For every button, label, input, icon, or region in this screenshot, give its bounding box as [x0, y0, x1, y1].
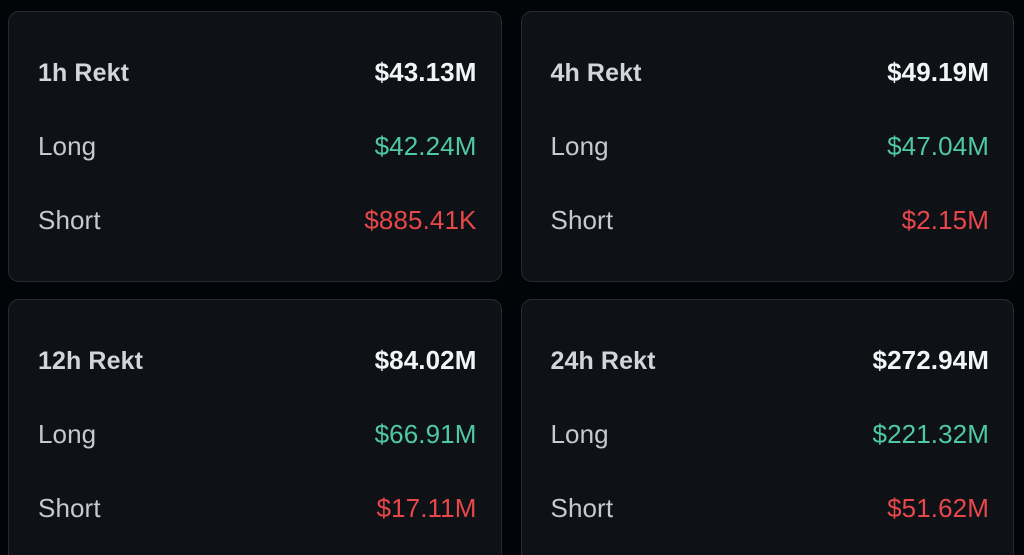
long-value: $221.32M — [872, 419, 989, 449]
short-value: $885.41K — [364, 205, 477, 235]
long-label: Long — [38, 419, 97, 449]
card-total-value: $43.13M — [374, 57, 477, 87]
short-value: $51.62M — [887, 493, 989, 523]
rekt-total-row: 12h Rekt $84.02M — [38, 347, 477, 421]
card-total-value: $272.94M — [872, 345, 989, 375]
long-label: Long — [38, 131, 97, 161]
card-total-value: $84.02M — [374, 345, 477, 375]
long-label: Long — [550, 131, 609, 161]
rekt-short-row: Short $17.11M — [38, 495, 477, 555]
rekt-card-12h[interactable]: 12h Rekt $84.02M Long $66.91M Short $17.… — [8, 299, 502, 555]
short-label: Short — [550, 493, 614, 523]
short-label: Short — [550, 205, 614, 235]
short-value: $17.11M — [376, 493, 477, 523]
long-value: $66.91M — [374, 419, 477, 449]
rekt-long-row: Long $42.24M — [38, 133, 477, 207]
short-value: $2.15M — [901, 205, 989, 235]
rekt-long-row: Long $221.32M — [551, 421, 990, 495]
rekt-short-row: Short $885.41K — [38, 207, 477, 281]
rekt-short-row: Short $2.15M — [551, 207, 990, 281]
short-label: Short — [38, 493, 101, 523]
card-title: 12h Rekt — [38, 347, 144, 375]
short-label: Short — [38, 205, 101, 235]
rekt-total-row: 24h Rekt $272.94M — [551, 347, 990, 421]
rekt-total-row: 1h Rekt $43.13M — [38, 59, 477, 133]
rekt-card-1h[interactable]: 1h Rekt $43.13M Long $42.24M Short $885.… — [8, 11, 502, 282]
long-value: $47.04M — [887, 131, 989, 161]
rekt-long-row: Long $47.04M — [551, 133, 990, 207]
card-title: 4h Rekt — [550, 59, 642, 87]
rekt-card-4h[interactable]: 4h Rekt $49.19M Long $47.04M Short $2.15… — [520, 11, 1014, 282]
card-title: 24h Rekt — [550, 347, 656, 375]
card-total-value: $49.19M — [887, 57, 989, 87]
rekt-stats-grid: 1h Rekt $43.13M Long $42.24M Short $885.… — [0, 0, 1024, 555]
rekt-card-24h[interactable]: 24h Rekt $272.94M Long $221.32M Short $5… — [520, 299, 1014, 555]
long-label: Long — [550, 419, 609, 449]
long-value: $42.24M — [374, 131, 477, 161]
rekt-short-row: Short $51.62M — [551, 495, 990, 555]
card-title: 1h Rekt — [38, 59, 130, 87]
rekt-total-row: 4h Rekt $49.19M — [551, 59, 990, 133]
rekt-long-row: Long $66.91M — [38, 421, 477, 495]
